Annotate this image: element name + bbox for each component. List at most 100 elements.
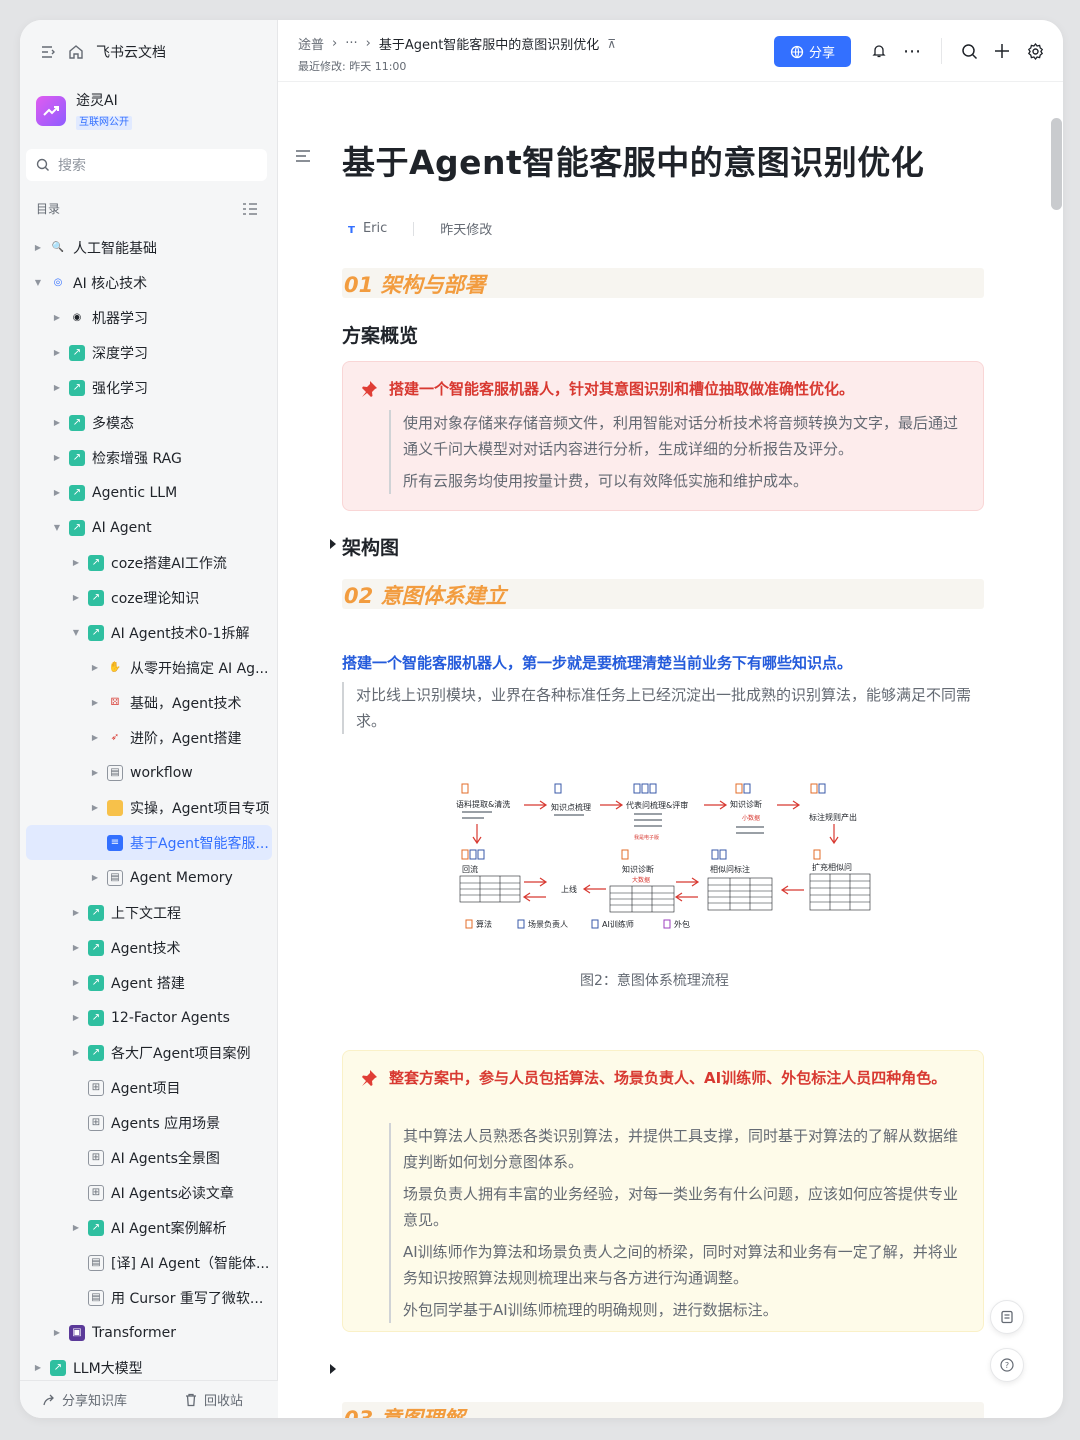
expand-arrow-icon[interactable]: ▶: [70, 978, 82, 987]
tree-item[interactable]: ▶ ▣ Transformer: [26, 1315, 272, 1350]
breadcrumb-current[interactable]: 基于Agent智能客服中的意图识别优化: [379, 34, 599, 53]
expand-arrow-icon[interactable]: ▶: [89, 663, 101, 672]
tree-item[interactable]: ▶ 🔍 人工智能基础: [26, 230, 272, 265]
toggle-triangle-icon[interactable]: [330, 539, 336, 549]
search-input[interactable]: 搜索: [26, 149, 267, 181]
tree-item[interactable]: ▶ ↗ 上下文工程: [26, 895, 272, 930]
expand-arrow-icon[interactable]: ▶: [51, 418, 63, 427]
search-icon[interactable]: [958, 40, 980, 62]
tree-item[interactable]: ⊞ AI Agents必读文章: [26, 1175, 272, 1210]
breadcrumb-ellipsis[interactable]: ···: [345, 36, 357, 51]
expand-arrow-icon[interactable]: ▶: [70, 943, 82, 952]
tree-item[interactable]: ≡ 基于Agent智能客服...: [26, 825, 272, 860]
add-icon[interactable]: [991, 40, 1013, 62]
help-icon[interactable]: ?: [990, 1348, 1024, 1382]
tag-electronic: 我是电子版: [634, 834, 659, 841]
tree-item[interactable]: ⊞ AI Agents全景图: [26, 1140, 272, 1175]
shortcut-doc-icon: ↗: [88, 1219, 104, 1236]
expand-arrow-icon[interactable]: ▶: [32, 243, 44, 252]
expand-arrow-icon[interactable]: ▶: [51, 453, 63, 462]
tree-item[interactable]: ▶ ↗ 深度学习: [26, 335, 272, 370]
tree-item[interactable]: ▶ ↗ 12-Factor Agents: [26, 1000, 272, 1035]
tree-item[interactable]: ▶ 实操，Agent项目专项: [26, 790, 272, 825]
scrollbar-thumb[interactable]: [1051, 118, 1062, 210]
tree-item[interactable]: ▶ ➶ 进阶，Agent搭建: [26, 720, 272, 755]
tree-item[interactable]: ▶ ▤ workflow: [26, 755, 272, 790]
tree-item[interactable]: ▶ ↗ Agentic LLM: [26, 475, 272, 510]
collapse-arrow-icon[interactable]: ▼: [32, 278, 44, 287]
tree-item[interactable]: ▼ ↗ AI Agent: [26, 510, 272, 545]
tree-item[interactable]: ▶ ↗ 强化学习: [26, 370, 272, 405]
tree-item[interactable]: ▤ [译] AI Agent（智能体...: [26, 1245, 272, 1280]
sidebar-top: 飞书云文档: [40, 40, 166, 64]
expand-arrow-icon[interactable]: ▶: [70, 1013, 82, 1022]
globe-icon: [790, 45, 804, 58]
sidebar: 飞书云文档 途灵AI 互联网公开 搜索 目录 ▶ 🔍 人工智能基础 ▼ ◎ AI 核心技术…: [20, 20, 278, 1418]
toc-list-icon[interactable]: [242, 202, 258, 216]
scrollbar[interactable]: [1049, 106, 1062, 1416]
pin-icon[interactable]: ⊼: [607, 37, 616, 51]
share-space-button[interactable]: 分享知识库: [20, 1390, 149, 1409]
heading-architecture[interactable]: 架构图: [342, 533, 399, 560]
tree-item[interactable]: ▶ ↗ 各大厂Agent项目案例: [26, 1035, 272, 1070]
tree-item[interactable]: ▶ ✋ 从零开始搞定 AI Ag...: [26, 650, 272, 685]
expand-arrow-icon[interactable]: ▶: [70, 1048, 82, 1057]
settings-gear-icon[interactable]: [1024, 40, 1046, 62]
tree-item[interactable]: ▶ ↗ coze理论知识: [26, 580, 272, 615]
tree-item[interactable]: ▶ ⚄ 基础，Agent技术: [26, 685, 272, 720]
tree-item[interactable]: ⊞ Agents 应用场景: [26, 1105, 272, 1140]
expand-arrow-icon[interactable]: ▶: [32, 1363, 44, 1372]
expand-arrow-icon[interactable]: ▶: [51, 383, 63, 392]
tree-item[interactable]: ▶ ↗ coze搭建AI工作流: [26, 545, 272, 580]
collapse-arrow-icon[interactable]: ▼: [51, 523, 63, 532]
outline-icon[interactable]: [295, 148, 311, 167]
toggle-triangle-icon[interactable]: [330, 1364, 336, 1374]
expand-arrow-icon[interactable]: ▶: [51, 348, 63, 357]
shortcut-doc-icon: ↗: [69, 484, 85, 501]
home-icon[interactable]: [68, 44, 84, 60]
collapse-arrow-icon[interactable]: ▼: [70, 628, 82, 637]
space-info[interactable]: 途灵AI 互联网公开: [36, 92, 132, 130]
tree-item[interactable]: ▶ ↗ Agent 搭建: [26, 965, 272, 1000]
expand-arrow-icon[interactable]: ▶: [51, 313, 63, 322]
share-space-label: 分享知识库: [61, 1394, 127, 1409]
tree-item[interactable]: ▼ ↗ AI Agent技术0-1拆解: [26, 615, 272, 650]
bell-icon[interactable]: [868, 40, 890, 62]
breadcrumb-root[interactable]: 途普: [298, 34, 324, 53]
expand-arrow-icon[interactable]: ▶: [89, 803, 101, 812]
tree-item[interactable]: ▼ ◎ AI 核心技术: [26, 265, 272, 300]
trash-button[interactable]: 回收站: [149, 1390, 278, 1409]
more-icon[interactable]: ⋯: [901, 40, 923, 62]
tree-item[interactable]: ⊞ Agent项目: [26, 1070, 272, 1105]
expand-arrow-icon[interactable]: ▶: [70, 593, 82, 602]
callout-paragraph: AI训练师作为算法和场景负责人之间的桥梁，同时对算法和业务有一定了解，并将业务知…: [403, 1243, 958, 1287]
share-button[interactable]: 分享: [774, 36, 851, 67]
shortcut-doc-icon: ↗: [88, 904, 104, 921]
tree-item[interactable]: ▶ ↗ 多模态: [26, 405, 272, 440]
author-name[interactable]: Eric: [363, 221, 387, 236]
expand-arrow-icon[interactable]: ▶: [89, 733, 101, 742]
expand-arrow-icon[interactable]: ▶: [70, 908, 82, 917]
doc-info-icon[interactable]: [990, 1300, 1024, 1334]
node-expand: 扩充相似问: [812, 862, 852, 872]
tree-item[interactable]: ▶ ◉ 机器学习: [26, 300, 272, 335]
collapse-sidebar-icon[interactable]: [40, 44, 56, 60]
shortcut-doc-icon: ↗: [69, 379, 85, 396]
tree-item[interactable]: ▶ ↗ AI Agent案例解析: [26, 1210, 272, 1245]
expand-arrow-icon[interactable]: ▶: [70, 1223, 82, 1232]
expand-arrow-icon[interactable]: ▶: [89, 698, 101, 707]
expand-arrow-icon[interactable]: ▶: [70, 558, 82, 567]
expand-arrow-icon[interactable]: ▶: [89, 873, 101, 882]
tree-item[interactable]: ▶ ▤ Agent Memory: [26, 860, 272, 895]
expand-arrow-icon[interactable]: ▶: [51, 488, 63, 497]
share-label: 分享: [808, 46, 835, 61]
magnifier-icon: 🔍: [51, 242, 65, 253]
tree-item[interactable]: ▶ ↗ Agent技术: [26, 930, 272, 965]
app-title[interactable]: 飞书云文档: [96, 42, 166, 62]
header-divider: [941, 38, 942, 64]
tree-item[interactable]: ▶ ↗ 检索增强 RAG: [26, 440, 272, 475]
expand-arrow-icon[interactable]: ▶: [89, 768, 101, 777]
tree-item[interactable]: ▤ 用 Cursor 重写了微软...: [26, 1280, 272, 1315]
intent-flow-diagram[interactable]: 语料提取&清洗 知识点梳理 代表问梳理&评审 知识诊断 标注规则产出 小数据 我…: [454, 762, 874, 937]
expand-arrow-icon[interactable]: ▶: [51, 1328, 63, 1337]
